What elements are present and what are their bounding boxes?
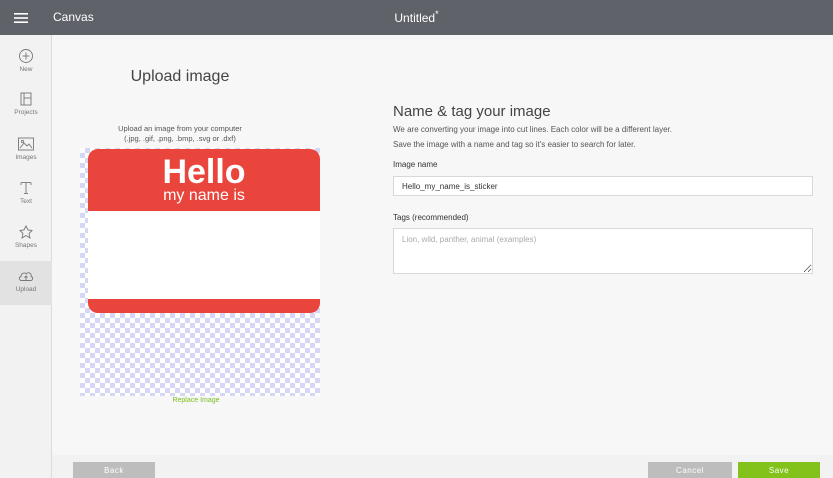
sidebar-item-label: Upload — [15, 286, 37, 293]
sticker-header: Hello my name is — [88, 149, 320, 211]
document-title-text: Untitled — [394, 11, 436, 25]
tags-label: Tags (recommended) — [393, 213, 469, 222]
sidebar-item-label: Projects — [14, 109, 38, 116]
sidebar-item-shapes[interactable]: Shapes — [0, 221, 52, 265]
description-line-2: Save the image with a name and tag so it… — [393, 140, 636, 149]
sticker-blank-area — [88, 211, 320, 299]
plus-circle-icon — [19, 49, 33, 63]
replace-image-link[interactable]: Replace Image — [80, 397, 312, 404]
top-bar: Canvas Untitled* — [0, 0, 833, 35]
image-name-input[interactable] — [393, 176, 813, 196]
sidebar-item-label: New — [19, 66, 33, 73]
tags-input[interactable] — [393, 228, 813, 274]
images-icon — [18, 137, 34, 151]
sticker-subtext: my name is — [163, 187, 245, 204]
sticker-hello-text: Hello — [162, 153, 246, 191]
sidebar-item-text[interactable]: Text — [0, 177, 52, 221]
sidebar-item-label: Images — [15, 154, 37, 161]
sticker-image: Hello my name is — [88, 149, 320, 313]
sidebar-item-new[interactable]: New — [0, 45, 52, 89]
sidebar-item-images[interactable]: Images — [0, 133, 52, 177]
sidebar: New Projects Images Text Shapes Upload — [0, 35, 52, 478]
sidebar-item-label: Shapes — [14, 242, 38, 249]
unsaved-marker: * — [435, 9, 439, 19]
upload-cloud-icon — [18, 272, 34, 281]
back-button[interactable]: Back — [73, 462, 155, 478]
save-button[interactable]: Save — [738, 462, 820, 478]
text-icon — [20, 182, 32, 194]
image-name-label: Image name — [393, 160, 438, 169]
description-line-1: We are converting your image into cut li… — [393, 125, 672, 134]
sidebar-item-upload[interactable]: Upload — [0, 261, 52, 305]
document-title[interactable]: Untitled* — [0, 9, 833, 25]
sidebar-item-projects[interactable]: Projects — [0, 88, 52, 132]
projects-icon — [20, 92, 32, 106]
upload-heading: Upload image — [130, 68, 230, 85]
upload-formats: (.jpg, .gif, .png, .bmp, .svg or .dxf) — [124, 134, 236, 143]
shapes-icon — [19, 224, 33, 239]
name-tag-heading: Name & tag your image — [393, 103, 551, 120]
sidebar-item-label: Text — [20, 198, 32, 205]
upload-subtitle: Upload an image from your computer — [118, 124, 242, 133]
cancel-button[interactable]: Cancel — [648, 462, 732, 478]
